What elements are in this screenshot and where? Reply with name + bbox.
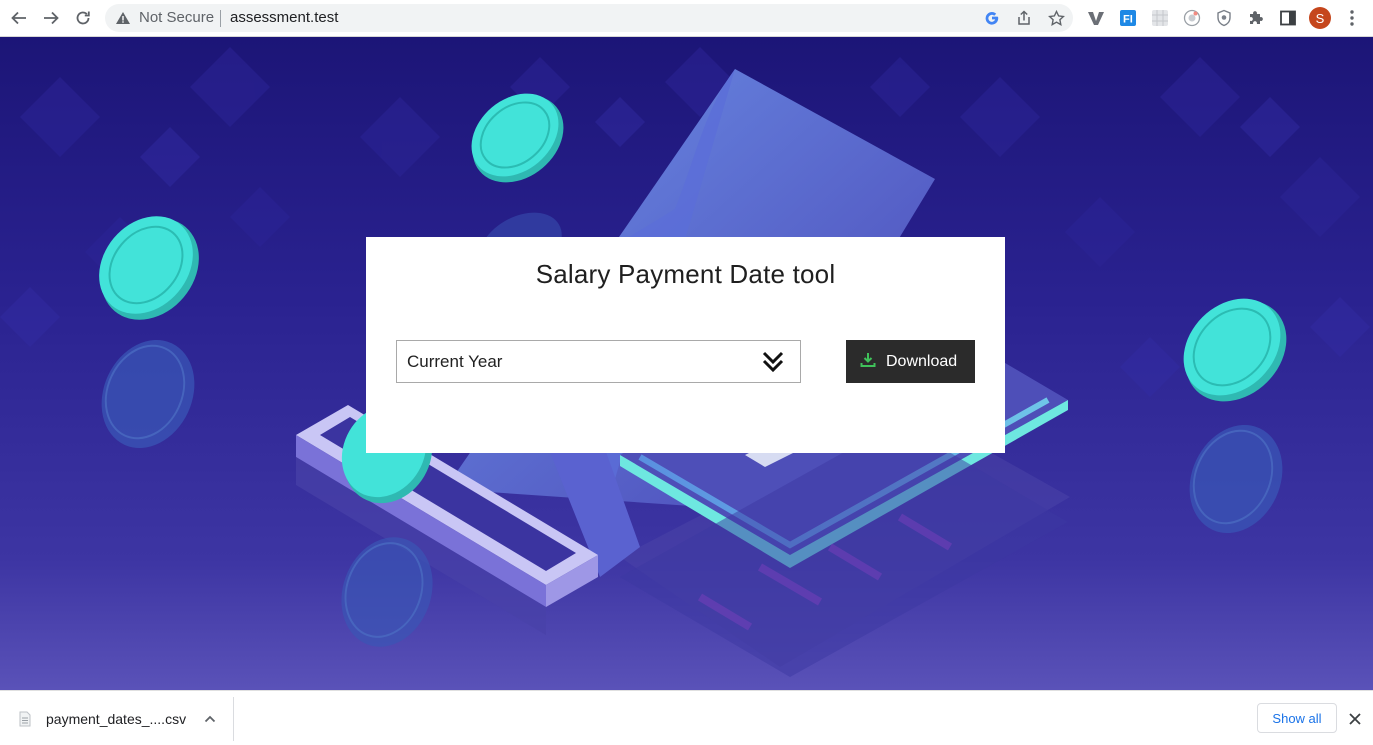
year-select[interactable]: Current Year [396, 340, 801, 383]
downloaded-file-name[interactable]: payment_dates_....csv [46, 711, 186, 727]
security-status[interactable]: Not Secure [139, 10, 214, 26]
puzzle-icon[interactable] [1246, 8, 1266, 28]
profile-avatar[interactable]: S [1309, 7, 1331, 29]
back-button[interactable] [7, 6, 31, 30]
reload-icon [76, 11, 90, 25]
year-select-value: Current Year [407, 352, 503, 371]
chevron-up-icon[interactable] [202, 711, 218, 727]
google-lens-icon[interactable] [982, 8, 1002, 28]
download-icon [860, 353, 876, 367]
side-panel-icon[interactable] [1278, 8, 1298, 28]
arrow-left-icon [11, 11, 26, 25]
warning-icon[interactable] [115, 10, 131, 26]
vimeo-style-icon[interactable] [1086, 8, 1106, 28]
show-all-label: Show all [1272, 710, 1322, 726]
url-text[interactable]: assessment.test [230, 10, 338, 26]
forward-button[interactable] [39, 6, 63, 30]
shelf-divider [233, 697, 234, 741]
fi-extension-icon[interactable]: FI [1118, 8, 1138, 28]
page-title: Salary Payment Date tool [535, 259, 836, 289]
shield-extension-icon[interactable] [1214, 8, 1234, 28]
share-icon[interactable] [1014, 8, 1034, 28]
download-button[interactable]: Download [846, 340, 975, 383]
bookmark-star-icon[interactable] [1046, 8, 1066, 28]
close-icon[interactable] [1346, 710, 1364, 728]
record-extension-icon[interactable] [1182, 8, 1202, 28]
downloads-shelf: payment_dates_....csv Show all [0, 690, 1373, 745]
address-bar[interactable]: Not Secure assessment.test [105, 4, 1073, 32]
file-icon [19, 711, 31, 727]
download-button-label: Download [886, 353, 958, 370]
avatar-letter: S [1315, 10, 1325, 26]
browser-toolbar: Not Secure assessment.test FI S [0, 0, 1373, 37]
show-all-button[interactable]: Show all [1257, 703, 1337, 733]
browser-menu-button[interactable] [1342, 8, 1362, 28]
grid-extension-icon[interactable] [1150, 8, 1170, 28]
svg-text:FI: FI [1123, 14, 1133, 26]
address-separator [220, 10, 221, 27]
kebab-menu-icon [1350, 10, 1354, 26]
double-chevron-down-icon [762, 351, 784, 373]
arrow-right-icon [44, 11, 59, 25]
reload-button[interactable] [71, 6, 95, 30]
tool-card: Salary Payment Date tool Current Year Do… [366, 237, 1005, 453]
page-viewport: Salary Payment Date tool Current Year Do… [0, 37, 1373, 690]
